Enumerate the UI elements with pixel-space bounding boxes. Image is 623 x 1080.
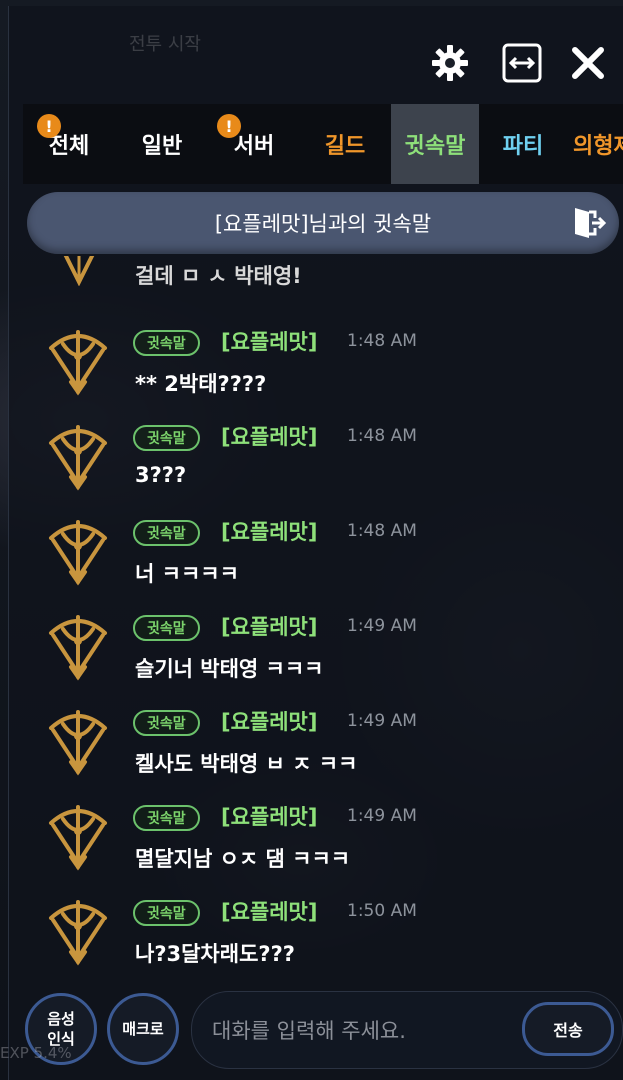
bow-emblem-icon [49,330,107,396]
resize-icon[interactable] [499,40,545,86]
sender-name[interactable]: [요플레맛] [221,326,317,356]
message-row: 귓속말 [요플레맛] 1:48 AM 3??? [9,409,623,504]
message-time: 1:48 AM [347,426,417,446]
partial-message: 걸데 ㅁ ㅅ 박태영! [9,256,623,296]
message-time: 1:49 AM [347,711,417,731]
whisper-tag: 귓속말 [133,805,200,831]
tab-label: 귓속말 [404,134,466,159]
message-time: 1:49 AM [347,616,417,636]
message-time: 1:48 AM [347,331,417,351]
tab-general[interactable]: 일반 [115,104,209,184]
gear-icon[interactable] [427,40,473,86]
message-list[interactable]: 걸데 ㅁ ㅅ 박태영! 귓속말 [요플레맛] 1:48 AM ** 2박태???… [9,256,623,976]
tab-label: 의형제 [573,134,623,159]
chat-input[interactable] [210,1010,504,1052]
whisper-tag: 귓속말 [133,615,200,641]
message-text: 켈사도 박태영 ㅂ ㅈ ㅋㅋ [135,752,358,776]
tab-party[interactable]: 파티 [479,104,567,184]
bow-emblem-icon [63,256,95,286]
send-button[interactable]: 전송 [522,1002,614,1056]
message-text: 멸달지남 ㅇㅈ 댐 ㅋㅋㅋ [135,847,351,871]
message-text: 너 ㅋㅋㅋㅋ [135,562,239,586]
whisper-tag: 귓속말 [133,330,200,356]
message-row: 귓속말 [요플레맛] 1:48 AM ** 2박태???? [9,314,623,409]
bow-emblem-icon [49,615,107,681]
tab-label: 파티 [502,134,544,159]
whisper-tag: 귓속말 [133,900,200,926]
notification-badge: ! [37,114,61,138]
tab-all[interactable]: 전체 [23,104,115,184]
macro-button[interactable]: 매크로 [107,993,179,1065]
bow-emblem-icon [49,520,107,586]
message-text: 걸데 ㅁ ㅅ 박태영! [135,264,302,288]
chat-tabs: 전체 ! 일반 서버 ! 길드 귓속말 파티 의형제 [23,104,623,184]
exit-icon[interactable] [569,204,607,242]
notification-badge: ! [217,114,241,138]
chat-panel: 전투 시작 전체 ! 일반 서버 ! 길드 귓속말 파티 의형 [요플레맛]님과… [8,6,623,1080]
message-row: 귓속말 [요플레맛] 1:49 AM 켈사도 박태영 ㅂ ㅈ ㅋㅋ [9,694,623,789]
sender-name[interactable]: [요플레맛] [221,706,317,736]
tab-label: 서버 [233,134,275,159]
chat-input-bar: 음성 인식 매크로 전송 [9,981,623,1080]
bow-emblem-icon [49,805,107,871]
tab-label: 일반 [141,134,183,159]
sender-name[interactable]: [요플레맛] [221,611,317,641]
tab-whisper[interactable]: 귓속말 [391,104,479,184]
background-title: 전투 시작 [129,34,201,55]
message-time: 1:50 AM [347,901,417,921]
whisper-header-title: [요플레맛]님과의 귓속말 [214,212,432,236]
message-row: 귓속말 [요플레맛] 1:50 AM 나?3달차래도??? [9,884,623,976]
whisper-tag: 귓속말 [133,425,200,451]
message-text: 3??? [135,463,187,487]
bow-emblem-icon [49,900,107,966]
message-text: 슬기너 박태영 ㅋㅋㅋ [135,657,324,681]
sender-name[interactable]: [요플레맛] [221,896,317,926]
sender-name[interactable]: [요플레맛] [221,421,317,451]
chat-topbar: 전투 시작 [9,6,623,106]
message-time: 1:48 AM [347,521,417,541]
bow-emblem-icon [49,710,107,776]
tab-guild[interactable]: 길드 [299,104,391,184]
whisper-header: [요플레맛]님과의 귓속말 [27,192,619,254]
message-time: 1:49 AM [347,806,417,826]
sender-name[interactable]: [요플레맛] [221,516,317,546]
exp-text: EXP 5.4% [0,1044,72,1062]
whisper-tag: 귓속말 [133,710,200,736]
close-icon[interactable] [565,40,611,86]
message-text: ** 2박태???? [135,372,267,396]
sender-name[interactable]: [요플레맛] [221,801,317,831]
tab-label: 길드 [324,134,366,159]
message-row: 귓속말 [요플레맛] 1:48 AM 너 ㅋㅋㅋㅋ [9,504,623,599]
message-row: 귓속말 [요플레맛] 1:49 AM 슬기너 박태영 ㅋㅋㅋ [9,599,623,694]
whisper-tag: 귓속말 [133,520,200,546]
bow-emblem-icon [49,425,107,491]
tab-brotherhood[interactable]: 의형제 [567,104,623,184]
chat-input-container: 전송 [191,991,623,1069]
message-text: 나?3달차래도??? [135,942,295,966]
message-row: 귓속말 [요플레맛] 1:49 AM 멸달지남 ㅇㅈ 댐 ㅋㅋㅋ [9,789,623,884]
